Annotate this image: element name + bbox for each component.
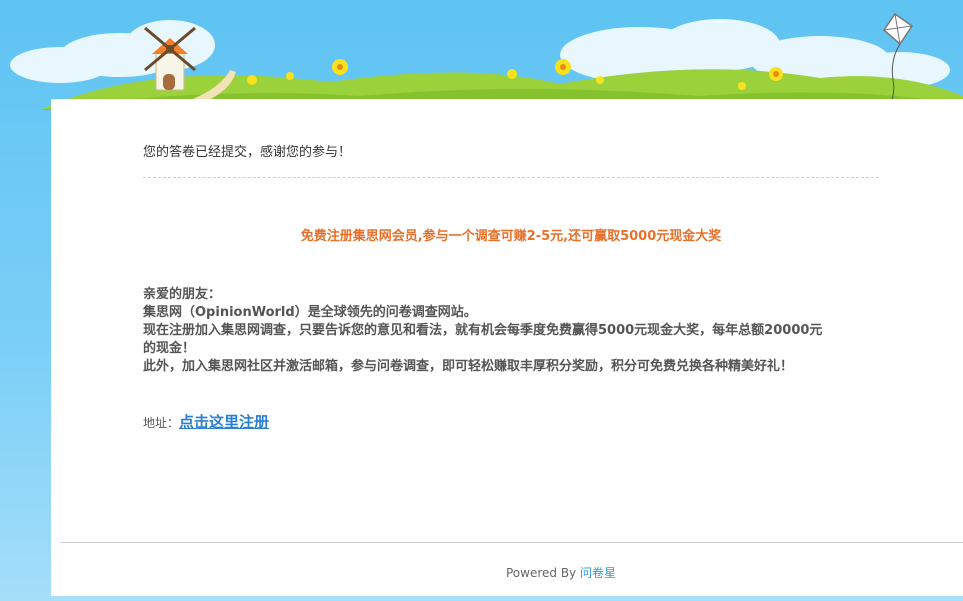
register-link[interactable]: 点击这里注册 [179,413,269,431]
footer-divider [60,542,963,543]
promo-letter: 亲爱的朋友： 集思网（OpinionWorld）是全球领先的问卷调查网站。 现在… [143,286,883,376]
letter-line: 现在注册加入集思网调查，只要告诉您的意见和看法，就有机会每季度免费赢得5000元… [143,323,823,338]
brand-link[interactable]: 问卷星 [580,566,616,580]
address-label: 地址： [143,416,180,430]
header-banner [10,12,963,110]
letter-line: 集思网（OpinionWorld）是全球领先的问卷调查网站。 [143,305,477,320]
submission-confirmation-text: 您的答卷已经提交，感谢您的参与！ [143,145,352,160]
dashed-divider [143,177,879,178]
address-row: 地址：点击这里注册 [143,411,269,432]
powered-by-text: Powered By [505,566,577,580]
letter-line: 此外，加入集思网社区并激活邮箱，参与问卷调查，即可轻松赚取丰厚积分奖励，积分可免… [143,359,794,374]
content-panel: 您的答卷已经提交，感谢您的参与！ 免费注册集思网会员,参与一个调查可赚2-5元,… [51,99,963,596]
letter-greeting: 亲爱的朋友： [143,287,222,302]
promo-headline: 免费注册集思网会员,参与一个调查可赚2-5元,还可赢取5000元现金大奖 [300,229,722,244]
letter-line: 的现金！ [143,341,196,356]
footer: Powered By 问卷星 [51,564,963,581]
